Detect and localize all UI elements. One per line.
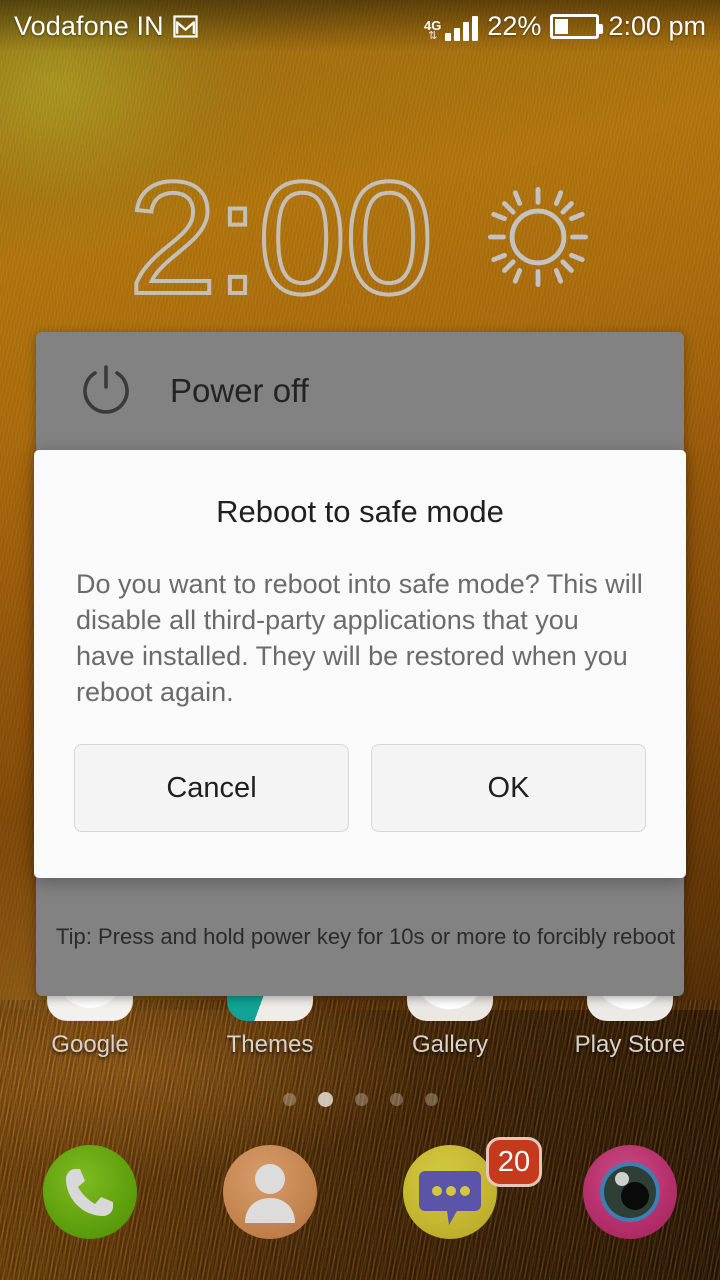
app-label: Gallery [411,1031,489,1058]
gmail-envelope-icon [173,14,198,38]
reboot-safe-mode-dialog: Reboot to safe mode Do you want to reboo… [34,450,686,878]
battery-icon [550,13,604,39]
dock-item-camera[interactable] [540,1145,720,1265]
page-indicator [0,1092,720,1107]
signal-indicator: 4G ⇅ [424,11,479,42]
camera-icon [583,1145,677,1239]
sun-icon [484,179,592,296]
network-type-icon: 4G ⇅ [424,11,441,42]
clock-widget-time: 2:00 [126,147,435,327]
page-dot[interactable] [354,1093,368,1106]
message-badge-count: 20 [486,1137,542,1187]
carrier-label: Vodafone IN [14,10,164,41]
status-bar: Vodafone IN 4G ⇅ 22% 2:00 pm [0,0,720,52]
dock-item-contacts[interactable] [180,1145,360,1265]
signal-bars-icon [445,15,479,41]
status-bar-clock: 2:00 pm [608,10,706,41]
dock: 20 [0,1137,720,1265]
app-label: Google [51,1031,129,1058]
page-dot-active[interactable] [317,1092,333,1107]
dialog-title: Reboot to safe mode [216,494,504,529]
cancel-button[interactable]: Cancel [74,744,349,832]
app-label: Themes [226,1031,314,1058]
ok-button[interactable]: OK [371,744,646,832]
power-menu-tip-text: Tip: Press and hold power key for 10s or… [56,924,676,949]
power-off-item[interactable]: Power off [36,332,684,450]
clock-weather-widget[interactable]: 2:00 [0,150,720,325]
phone-icon [43,1145,137,1239]
dock-item-phone[interactable] [0,1145,180,1265]
dialog-button-row: Cancel OK [34,744,686,878]
contacts-icon [223,1145,317,1239]
power-menu-tip-row: Tip: Press and hold power key for 10s or… [36,878,684,996]
page-dot[interactable] [282,1093,296,1106]
status-bar-right: 4G ⇅ 22% 2:00 pm [424,11,706,42]
dock-item-messaging[interactable]: 20 [360,1137,542,1265]
status-bar-left: Vodafone IN [14,11,198,42]
app-label: Play Store [574,1031,686,1058]
page-dot[interactable] [424,1093,438,1106]
battery-percent-label: 22% [487,10,542,41]
power-icon [78,361,134,422]
power-off-label: Power off [170,372,309,409]
dialog-message: Do you want to reboot into safe mode? Th… [76,569,643,707]
data-arrows-icon: ⇅ [428,30,438,42]
page-dot[interactable] [389,1093,403,1106]
message-icon [403,1145,497,1239]
